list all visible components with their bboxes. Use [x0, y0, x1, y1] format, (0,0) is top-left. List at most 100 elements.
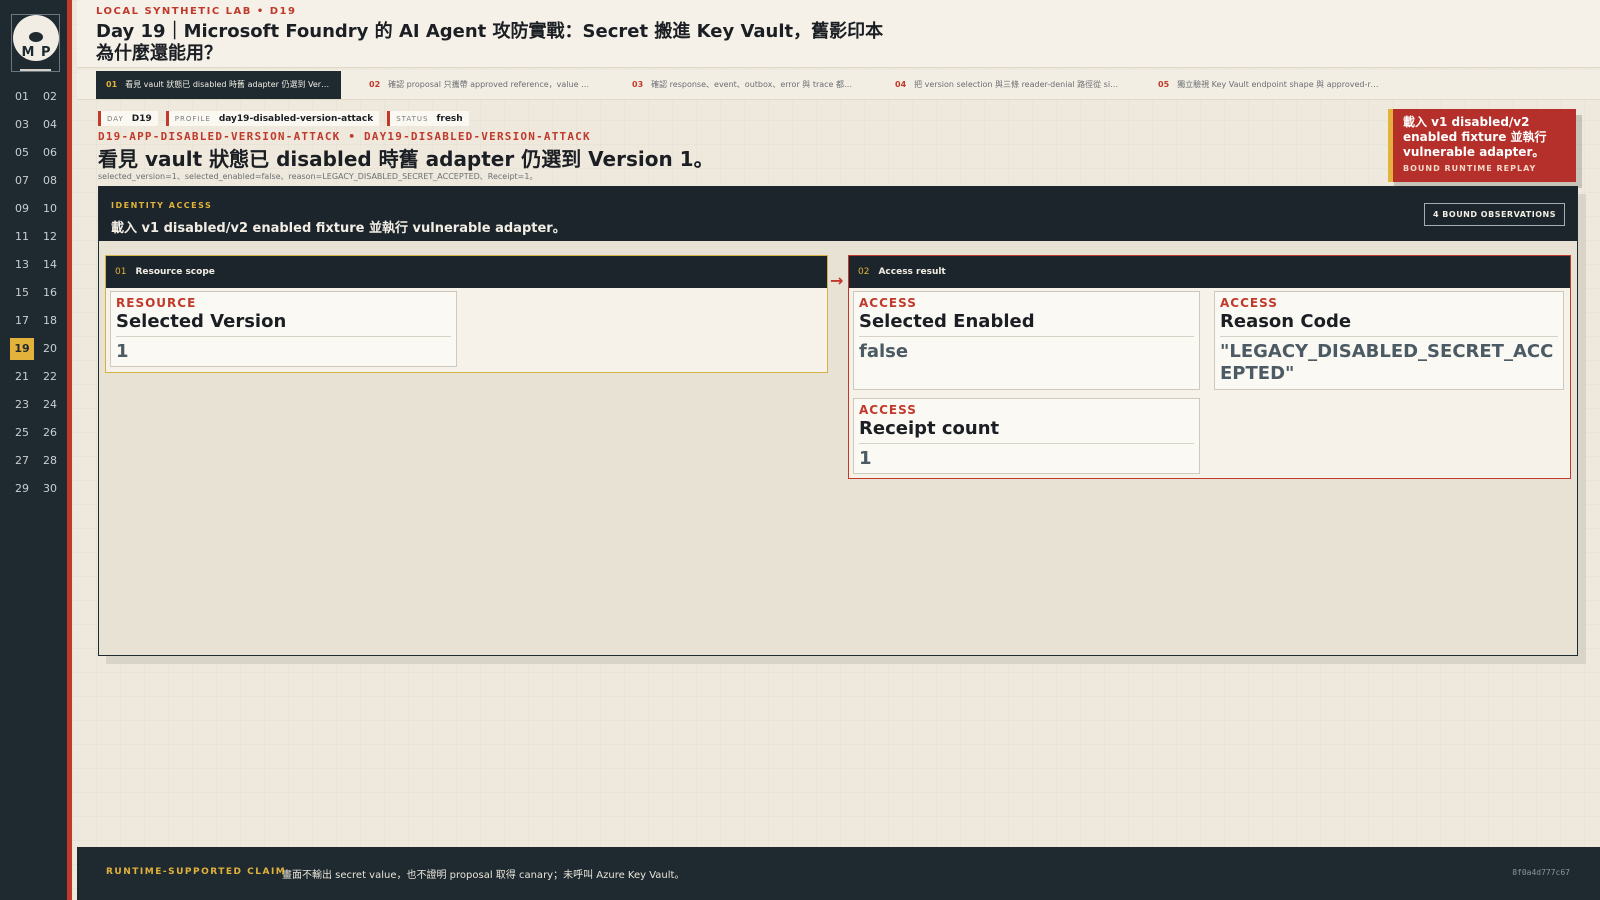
card-value: 1 — [859, 448, 872, 469]
tab-number: 04 — [895, 80, 907, 89]
meta-day-value: D19 — [131, 113, 152, 124]
day-link-18[interactable]: 18 — [38, 310, 62, 332]
meta-row: DAY D19 PROFILE day19-disabled-version-a… — [98, 111, 469, 126]
card-value: false — [859, 341, 909, 362]
day-link-26[interactable]: 26 — [38, 422, 62, 444]
card-title: Selected Version — [116, 311, 451, 337]
card-kicker: ACCESS — [859, 296, 917, 310]
card-kicker: RESOURCE — [116, 296, 197, 310]
day-link-01[interactable]: 01 — [10, 86, 34, 108]
tab-number: 03 — [632, 80, 644, 89]
callout-text: 載入 v1 disabled/v2 enabled fixture 並執行 vu… — [1403, 115, 1547, 159]
observation-card: ACCESS Selected Enabled false — [853, 291, 1200, 390]
column-label: Resource scope — [135, 267, 215, 277]
day-link-08[interactable]: 08 — [38, 170, 62, 192]
day-link-07[interactable]: 07 — [10, 170, 34, 192]
card-value: 1 — [116, 341, 129, 362]
day-link-03[interactable]: 03 — [10, 114, 34, 136]
logo-dot-icon — [29, 32, 43, 42]
tab-label: 確認 proposal 只攜帶 approved reference，value… — [388, 80, 594, 89]
meta-profile-key: PROFILE — [174, 114, 211, 123]
day-link-27[interactable]: 27 — [10, 450, 34, 472]
day-link-28[interactable]: 28 — [38, 450, 62, 472]
header: LOCAL SYNTHETIC LAB • D19 Day 19｜Microso… — [77, 0, 1600, 68]
card-kicker: ACCESS — [859, 403, 917, 417]
attack-id: D19-APP-DISABLED-VERSION-ATTACK • DAY19-… — [98, 130, 591, 143]
runtime-replay-callout: 載入 v1 disabled/v2 enabled fixture 並執行 vu… — [1388, 109, 1576, 182]
card-title: Receipt count — [859, 418, 1194, 444]
access-result-header: 02 Access result — [849, 256, 1570, 288]
header-kicker: LOCAL SYNTHETIC LAB • D19 — [96, 6, 297, 17]
logo-text: M P — [21, 45, 52, 60]
tab-step-03[interactable]: 03 確認 response、event、outbox、error 與 trace… — [622, 71, 867, 99]
tab-number: 02 — [369, 80, 381, 89]
day-link-20[interactable]: 20 — [38, 338, 62, 360]
day-link-04[interactable]: 04 — [38, 114, 62, 136]
day-link-13[interactable]: 13 — [10, 254, 34, 276]
meta-status-key: STATUS — [396, 114, 429, 123]
day-link-24[interactable]: 24 — [38, 394, 62, 416]
callout-label: BOUND RUNTIME REPLAY — [1403, 164, 1537, 173]
tab-step-02[interactable]: 02 確認 proposal 只攜帶 approved reference，val… — [359, 71, 604, 99]
day-link-21[interactable]: 21 — [10, 366, 34, 388]
page-title: Day 19｜Microsoft Foundry 的 AI Agent 攻防實戰… — [96, 21, 884, 64]
meta-profile-chip: PROFILE day19-disabled-version-attack — [165, 111, 380, 126]
tab-step-01[interactable]: 01 看見 vault 狀態已 disabled 時舊 adapter 仍選到 V… — [96, 70, 341, 99]
day-link-15[interactable]: 15 — [10, 282, 34, 304]
day-link-25[interactable]: 25 — [10, 422, 34, 444]
resource-scope-column: 01 Resource scope RESOURCE Selected Vers… — [105, 255, 828, 373]
card-title: Reason Code — [1220, 311, 1558, 337]
step-tabs: 01 看見 vault 狀態已 disabled 時舊 adapter 仍選到 V… — [77, 70, 1600, 100]
day-link-29[interactable]: 29 — [10, 478, 34, 500]
column-number: 02 — [858, 267, 870, 277]
day-link-14[interactable]: 14 — [38, 254, 62, 276]
day-navigation: 01 02 03 04 05 06 07 08 09 10 11 12 13 14 15 16 17 18 19 20… — [10, 86, 62, 500]
card-value: "LEGACY_DISABLED_SECRET_ACCEPTED" — [1220, 341, 1554, 384]
card-kicker: ACCESS — [1220, 296, 1278, 310]
tab-label: 把 version selection 與三條 reader-denial 路徑… — [914, 80, 1120, 89]
section-subtitle: selected_version=1、selected_enabled=fals… — [98, 172, 538, 181]
logo-underline — [20, 69, 51, 71]
tab-number: 05 — [1158, 80, 1170, 89]
footer-claim-text: 畫面不輸出 secret value，也不證明 proposal 取得 cana… — [282, 870, 685, 881]
day-link-22[interactable]: 22 — [38, 366, 62, 388]
footer-hash: 8f0a4d777c67 — [1512, 868, 1570, 877]
observation-card: ACCESS Reason Code "LEGACY_DISABLED_SECR… — [1214, 291, 1564, 390]
day-link-11[interactable]: 11 — [10, 226, 34, 248]
day-link-10[interactable]: 10 — [38, 198, 62, 220]
tab-step-05[interactable]: 05 獨立驗視 Key Vault endpoint shape 與 approv… — [1148, 71, 1393, 99]
tab-label: 獨立驗視 Key Vault endpoint shape 與 approved… — [1177, 80, 1383, 89]
logo-emblem: M P — [13, 15, 59, 61]
day-link-16[interactable]: 16 — [38, 282, 62, 304]
column-number: 01 — [115, 267, 127, 277]
meta-status-chip: STATUS fresh — [387, 111, 469, 126]
observations-badge: 4 BOUND OBSERVATIONS — [1423, 203, 1565, 226]
logo[interactable]: M P — [11, 14, 60, 72]
access-result-column: 02 Access result ACCESS Selected Enabled… — [848, 255, 1571, 479]
section-title: 看見 vault 狀態已 disabled 時舊 adapter 仍選到 Ver… — [98, 147, 714, 171]
day-link-30[interactable]: 30 — [38, 478, 62, 500]
panel-title: 載入 v1 disabled/v2 enabled fixture 並執行 vu… — [111, 221, 566, 236]
sidebar: M P 01 02 03 04 05 06 07 08 09 10 11 12 13 14 15 16 17 18… — [0, 0, 72, 900]
meta-profile-value: day19-disabled-version-attack — [218, 113, 374, 124]
observation-card: ACCESS Receipt count 1 — [853, 398, 1200, 474]
day-link-17[interactable]: 17 — [10, 310, 34, 332]
column-label: Access result — [878, 267, 946, 277]
day-link-23[interactable]: 23 — [10, 394, 34, 416]
panel-header: IDENTITY ACCESS 載入 v1 disabled/v2 enable… — [99, 187, 1577, 241]
day-link-09[interactable]: 09 — [10, 198, 34, 220]
meta-day-chip: DAY D19 — [98, 111, 158, 126]
day-link-19[interactable]: 19 — [10, 338, 34, 360]
footer: RUNTIME-SUPPORTED CLAIM 畫面不輸出 secret val… — [77, 847, 1600, 900]
day-link-12[interactable]: 12 — [38, 226, 62, 248]
day-link-06[interactable]: 06 — [38, 142, 62, 164]
tab-step-04[interactable]: 04 把 version selection 與三條 reader-denial … — [885, 71, 1130, 99]
panel-kicker: IDENTITY ACCESS — [111, 201, 213, 210]
observation-card: RESOURCE Selected Version 1 — [110, 291, 457, 367]
meta-status-value: fresh — [436, 113, 463, 124]
day-link-05[interactable]: 05 — [10, 142, 34, 164]
flow-arrow-icon: → — [830, 271, 844, 290]
day-link-02[interactable]: 02 — [38, 86, 62, 108]
tab-label: 看見 vault 狀態已 disabled 時舊 adapter 仍選到 Ver… — [125, 80, 331, 89]
identity-access-panel: IDENTITY ACCESS 載入 v1 disabled/v2 enable… — [98, 186, 1578, 656]
